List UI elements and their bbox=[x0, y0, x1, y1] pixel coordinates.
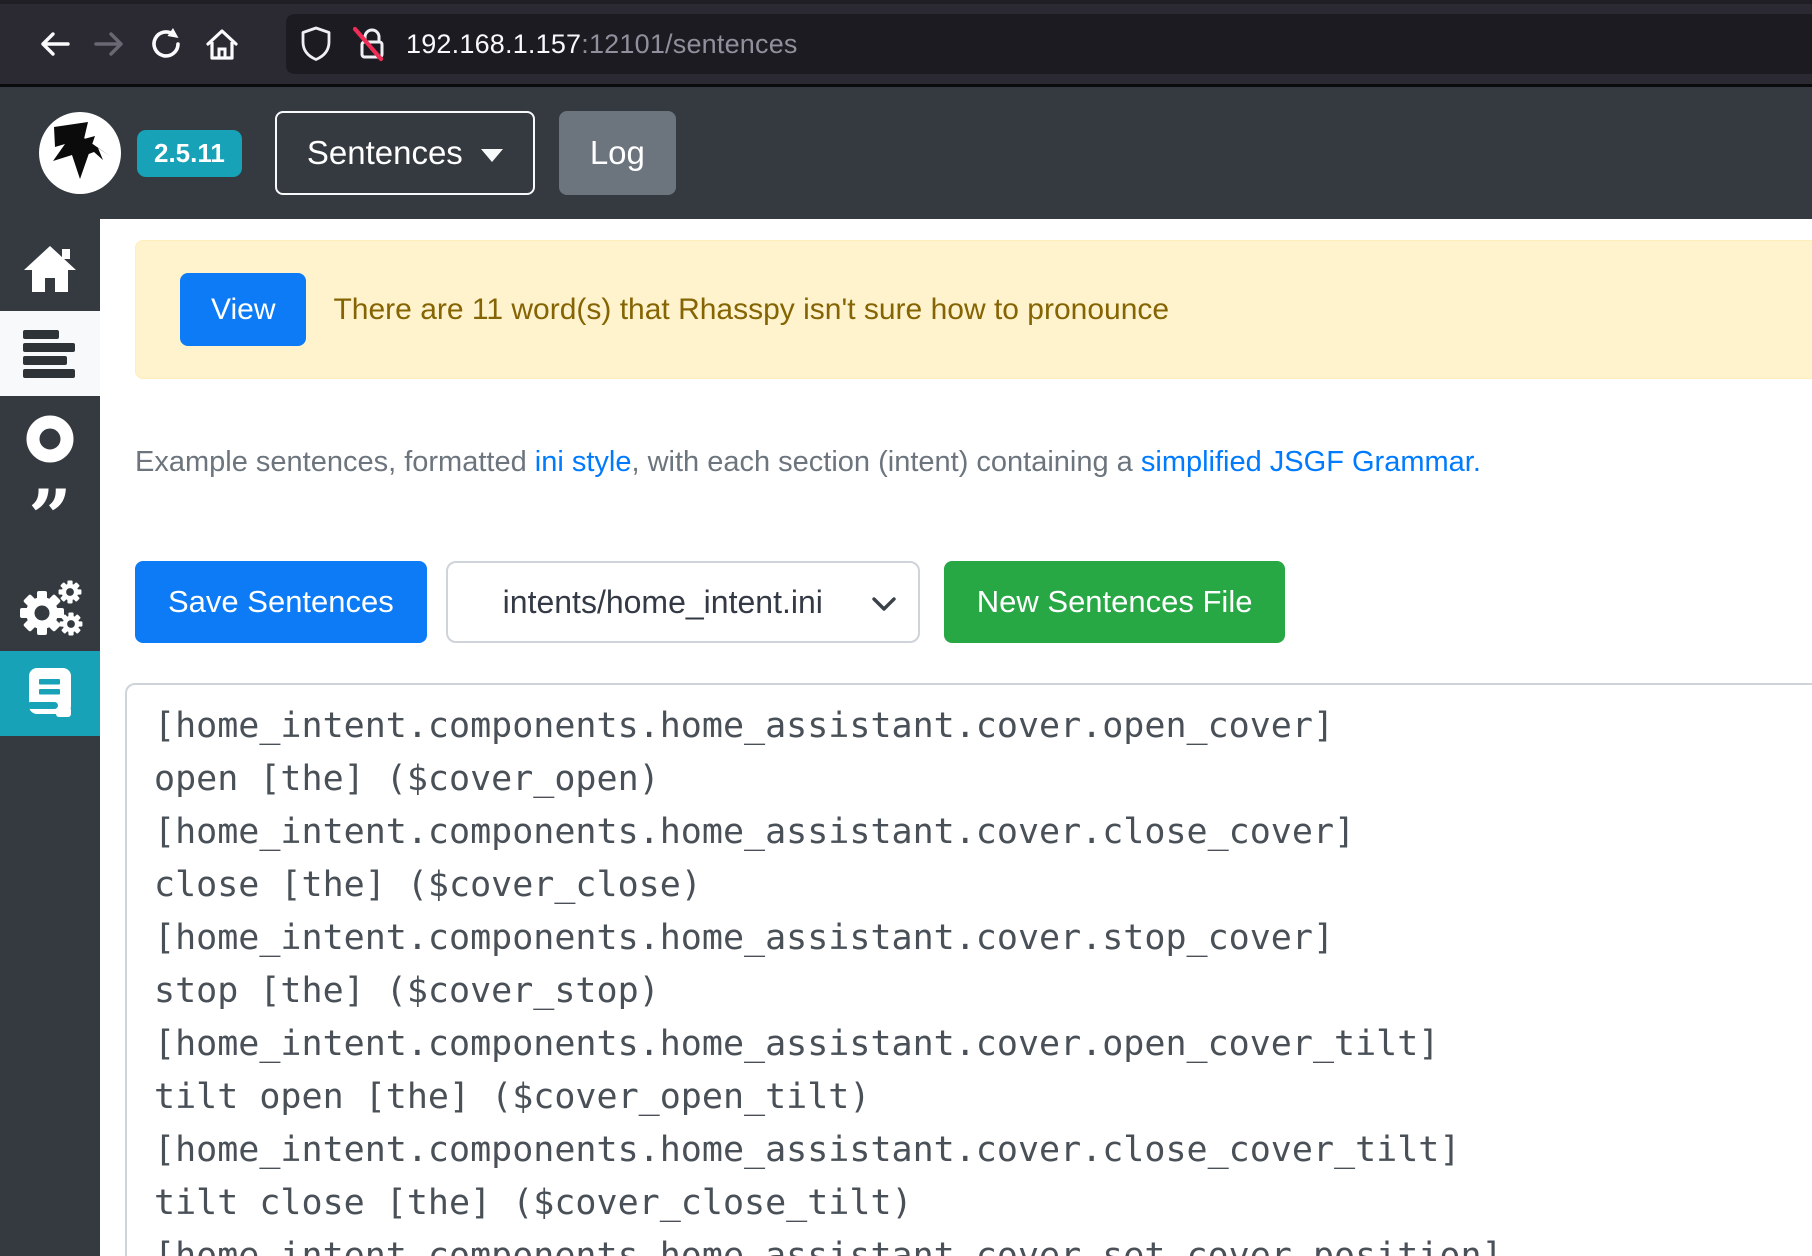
browser-home-button[interactable] bbox=[194, 16, 250, 72]
back-arrow-icon bbox=[37, 29, 71, 59]
forward-arrow-icon bbox=[93, 29, 127, 59]
sentences-editor[interactable]: [home_intent.components.home_assistant.c… bbox=[154, 700, 1812, 1256]
log-button[interactable]: Log bbox=[559, 111, 676, 195]
rhasspy-logo bbox=[38, 111, 122, 195]
back-button[interactable] bbox=[26, 16, 82, 72]
page-nav-dropdown[interactable]: Sentences bbox=[275, 111, 535, 195]
sidebar-item-settings[interactable] bbox=[0, 566, 100, 651]
sidebar-item-docs[interactable] bbox=[0, 651, 100, 736]
forward-button[interactable] bbox=[82, 16, 138, 72]
intro-text: Example sentences, formatted ini style, … bbox=[135, 446, 1812, 479]
save-sentences-button[interactable]: Save Sentences bbox=[135, 561, 427, 643]
reload-button[interactable] bbox=[138, 16, 194, 72]
sidebar-item-home[interactable] bbox=[0, 226, 100, 311]
reload-icon bbox=[148, 26, 184, 62]
home-icon bbox=[22, 244, 78, 294]
chevron-down-icon bbox=[872, 597, 896, 612]
address-bar[interactable]: 192.168.1.157:12101/sentences bbox=[286, 14, 1812, 74]
alert-message: There are 11 word(s) that Rhasspy isn't … bbox=[333, 293, 1169, 327]
rhasspy-sentences-page: 192.168.1.157:12101/sentences 2.5.11 Sen… bbox=[0, 0, 1812, 1256]
view-button[interactable]: View bbox=[180, 273, 306, 346]
caret-down-icon bbox=[481, 149, 503, 162]
ini-style-link[interactable]: ini style bbox=[535, 446, 632, 478]
shield-icon bbox=[300, 26, 332, 62]
sentences-icon bbox=[23, 330, 77, 378]
sidebar: ” bbox=[0, 219, 100, 1256]
sidebar-item-slots[interactable]: ” bbox=[0, 481, 100, 566]
insecure-lock-icon bbox=[350, 25, 390, 63]
record-icon bbox=[24, 413, 76, 465]
intro-part2: , with each section (intent) containing … bbox=[631, 446, 1140, 478]
sidebar-item-record[interactable] bbox=[0, 396, 100, 481]
browser-toolbar: 192.168.1.157:12101/sentences bbox=[0, 0, 1812, 84]
app-header: 2.5.11 Sentences Log bbox=[0, 87, 1812, 219]
sentences-file-value: intents/home_intent.ini bbox=[503, 584, 823, 621]
intro-part1: Example sentences, formatted bbox=[135, 446, 535, 478]
sentences-toolbar: Save Sentences intents/home_intent.ini N… bbox=[135, 561, 1812, 643]
url-text: 192.168.1.157:12101/sentences bbox=[406, 29, 798, 60]
sidebar-item-sentences[interactable] bbox=[0, 311, 100, 396]
settings-gears-icon bbox=[17, 577, 83, 641]
docs-book-icon bbox=[26, 667, 74, 721]
sentences-file-select[interactable]: intents/home_intent.ini bbox=[446, 561, 920, 643]
new-sentences-file-button[interactable]: New Sentences File bbox=[944, 561, 1286, 643]
content-area: View There are 11 word(s) that Rhasspy i… bbox=[100, 219, 1812, 1256]
sentences-editor-box: [home_intent.components.home_assistant.c… bbox=[125, 683, 1812, 1256]
page-nav-label: Sentences bbox=[307, 134, 463, 172]
version-badge: 2.5.11 bbox=[137, 130, 242, 177]
pronounce-warning-alert: View There are 11 word(s) that Rhasspy i… bbox=[135, 240, 1812, 379]
quotes-icon: ” bbox=[28, 498, 72, 550]
url-host: 192.168.1.157 bbox=[406, 29, 581, 59]
url-path: :12101/sentences bbox=[581, 29, 797, 59]
browser-home-icon bbox=[204, 27, 240, 61]
jsgf-grammar-link[interactable]: simplified JSGF Grammar. bbox=[1141, 446, 1481, 478]
